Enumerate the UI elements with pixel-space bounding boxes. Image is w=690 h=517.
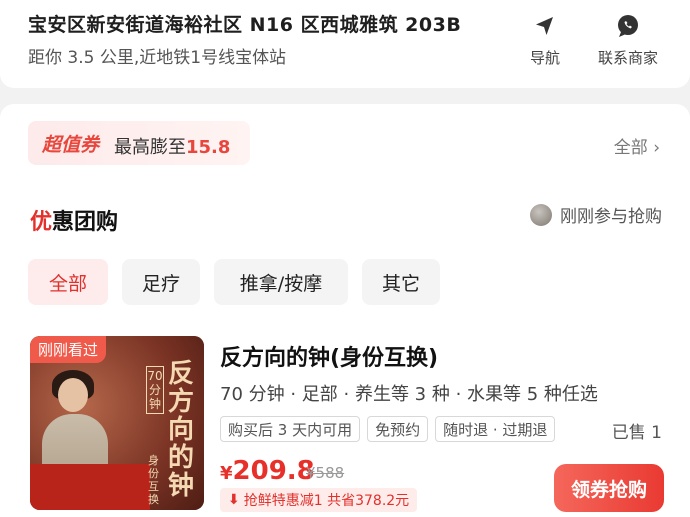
deal-tag: 免预约 <box>367 416 429 442</box>
category-tabs: 全部 足疗 推拿/按摩 其它 <box>28 259 454 305</box>
chevron-right-icon: › <box>653 138 660 158</box>
coupon-amount: 15.8 <box>186 137 231 158</box>
chat-bubble-icon <box>618 15 638 37</box>
tab-all[interactable]: 全部 <box>28 259 108 305</box>
deal-description: 70 分钟 · 足部 · 养生等 3 种 · 水果等 5 种任选 <box>220 384 598 405</box>
promo-badge: ⬇ 抢鲜特惠减1 共省378.2元 <box>220 488 418 512</box>
contact-merchant-button[interactable]: 联系商家 <box>583 14 673 68</box>
recent-purchase-indicator: 刚刚参与抢购 <box>530 202 662 227</box>
thumb-title: 反方向的钟 <box>168 359 195 501</box>
deals-card: 超值券 最高膨至15.8 全部 › 优惠团购 刚刚参与抢购 全部 足疗 推拿/按… <box>0 104 690 517</box>
deal-tag: 随时退 · 过期退 <box>435 416 556 442</box>
tab-massage[interactable]: 推拿/按摩 <box>214 259 348 305</box>
contact-merchant-label: 联系商家 <box>597 49 658 67</box>
avatar <box>530 203 552 226</box>
deal-title[interactable]: 反方向的钟(身份互换) <box>220 340 438 372</box>
deal-tag: 购买后 3 天内可用 <box>220 416 361 442</box>
sold-count: 已售 1 <box>611 423 662 443</box>
store-header: 宝安区新安街道海裕社区 N16 区西城雅筑 203B 距你 3.5 公里,近地铁… <box>0 0 690 88</box>
thumb-subtitle: 身份互换 <box>148 454 159 506</box>
recent-purchase-label: 刚刚参与抢购 <box>560 207 662 227</box>
deal-thumbnail[interactable]: 70分钟 反方向的钟 身份互换 刚刚看过 <box>30 336 204 510</box>
section-title: 优惠团购 <box>30 210 119 235</box>
coupon-badge: 超值券 <box>42 134 100 156</box>
store-distance: 距你 3.5 公里,近地铁1号线宝体站 <box>28 48 287 68</box>
coupon-banner[interactable]: 超值券 最高膨至15.8 <box>28 121 250 165</box>
store-address: 宝安区新安街道海裕社区 N16 区西城雅筑 203B <box>28 14 462 36</box>
tab-foot-massage[interactable]: 足疗 <box>122 259 200 305</box>
grab-coupon-button[interactable]: 领券抢购 <box>554 464 664 512</box>
deal-price: ¥209.8 <box>220 456 315 486</box>
down-arrow-icon: ⬇ <box>228 492 240 508</box>
navigation-arrow-icon <box>536 17 553 35</box>
tab-other[interactable]: 其它 <box>362 259 440 305</box>
coupon-all-link[interactable]: 全部 › <box>614 133 660 158</box>
original-price: ¥588 <box>306 464 345 482</box>
navigate-label: 导航 <box>529 49 560 67</box>
deal-tags: 购买后 3 天内可用 免预约 随时退 · 过期退 <box>220 416 562 442</box>
thumb-duration-label: 70分钟 <box>146 366 164 414</box>
coupon-text: 最高膨至15.8 <box>114 137 231 158</box>
recently-viewed-tag: 刚刚看过 <box>30 336 107 363</box>
navigate-button[interactable]: 导航 <box>500 14 590 68</box>
promo-text: 抢鲜特惠减1 共省378.2元 <box>243 493 410 509</box>
